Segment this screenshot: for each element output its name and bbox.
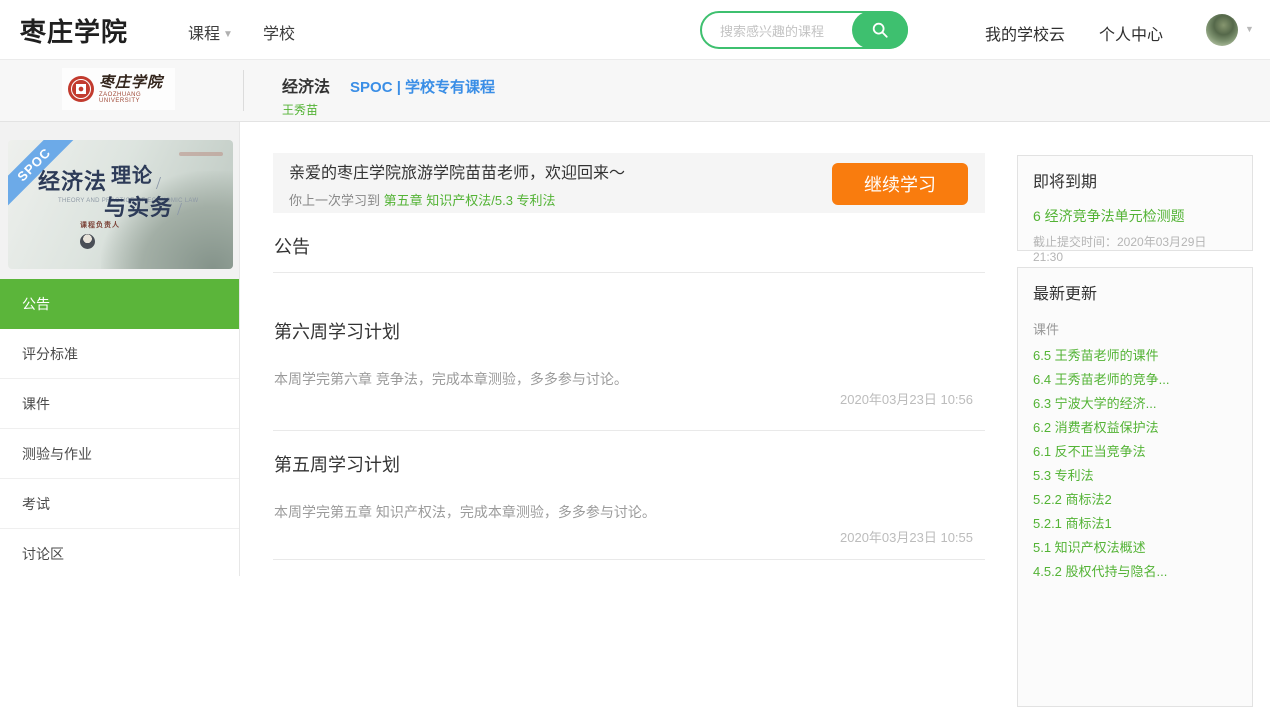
leader-avatar	[80, 234, 95, 249]
course-sub-bar: 枣庄学院 ZAOZHUANG UNIVERSITY 经济法 SPOC | 学校专…	[0, 60, 1270, 122]
school-name-en: ZAOZHUANG UNIVERSITY	[99, 92, 175, 104]
update-link[interactable]: 5.2.2 商标法2	[1033, 493, 1237, 506]
last-learned-prefix: 你上一次学习到	[289, 193, 384, 208]
top-nav: 枣庄学院 课程▼ 学校 我的学校云 个人中心 ▼	[0, 0, 1270, 60]
update-link[interactable]: 6.5 王秀苗老师的课件	[1033, 349, 1237, 362]
nav-item-courses[interactable]: 课程▼	[188, 20, 233, 44]
update-link[interactable]: 5.2.1 商标法1	[1033, 517, 1237, 530]
course-info: 经济法 SPOC | 学校专有课程 王秀苗	[282, 73, 495, 118]
leader-fineprint	[95, 234, 101, 249]
update-link[interactable]: 6.3 宁波大学的经济...	[1033, 397, 1237, 410]
due-soon-panel: 即将到期 6 经济竞争法单元检测题 截止提交时间：2020年03月29日 21:…	[1017, 155, 1253, 251]
school-logo: 枣庄学院 ZAOZHUANG UNIVERSITY	[62, 68, 175, 110]
avatar-chevron-down-icon[interactable]: ▼	[1245, 24, 1254, 34]
personal-center-link[interactable]: 个人中心	[1099, 21, 1163, 45]
due-soon-title: 即将到期	[1033, 168, 1237, 192]
announcement-date: 2020年03月23日 10:55	[840, 527, 973, 546]
announcement-title: 第五周学习计划	[274, 451, 400, 477]
sidebar-item-announcements[interactable]: 公告	[0, 279, 240, 329]
update-link[interactable]: 6.1 反不正当竞争法	[1033, 445, 1237, 458]
user-avatar[interactable]	[1206, 14, 1238, 46]
announcement-date: 2020年03月23日 10:56	[840, 389, 973, 408]
cover-slash-decoration2: /	[177, 199, 183, 219]
school-seal-icon	[68, 76, 94, 102]
brand-logo[interactable]: 枣庄学院	[20, 12, 128, 49]
search-box	[700, 11, 908, 49]
due-soon-deadline: 截止提交时间：2020年03月29日 21:30	[1033, 233, 1237, 264]
sidebar-item-grading-standard[interactable]: 评分标准	[0, 329, 240, 379]
course-title: 经济法	[282, 73, 330, 97]
sidebar-item-exams[interactable]: 考试	[0, 479, 240, 529]
cover-leader-block: 课程负责人	[80, 220, 120, 249]
updates-category-label: 课件	[1033, 319, 1237, 338]
course-teacher: 王秀苗	[282, 101, 495, 118]
course-type-badge: SPOC | 学校专有课程	[350, 76, 495, 97]
cover-title-part3: 与实务	[104, 195, 173, 220]
divider	[273, 559, 985, 560]
search-button[interactable]	[852, 11, 908, 49]
course-sidebar: SPOC 经济法理论/ THEORY AND PRACTICE OF ECONO…	[0, 121, 240, 576]
update-link[interactable]: 6.4 王秀苗老师的竞争...	[1033, 373, 1237, 386]
update-link[interactable]: 5.1 知识产权法概述	[1033, 541, 1237, 554]
welcome-banner: 亲爱的枣庄学院旅游学院苗苗老师，欢迎回来～ 你上一次学习到 第五章 知识产权法/…	[273, 153, 985, 213]
school-name-zh: 枣庄学院	[99, 75, 175, 91]
due-soon-item-link[interactable]: 6 经济竞争法单元检测题	[1033, 206, 1237, 226]
cover-fineprint	[179, 152, 223, 156]
announcement-body: 本周学完第六章 竞争法，完成本章测验，多多参与讨论。	[274, 369, 628, 389]
chevron-down-icon: ▼	[223, 29, 233, 40]
divider	[243, 70, 244, 111]
right-sidebar: 即将到期 6 经济竞争法单元检测题 截止提交时间：2020年03月29日 21:…	[1017, 121, 1253, 576]
cover-leader-label: 课程负责人	[80, 220, 120, 230]
last-learned-link[interactable]: 第五章 知识产权法/5.3 专利法	[384, 193, 556, 208]
course-cover[interactable]: SPOC 经济法理论/ THEORY AND PRACTICE OF ECONO…	[8, 140, 233, 269]
announcement-body: 本周学完第五章 知识产权法，完成本章测验，多多参与讨论。	[274, 502, 656, 522]
cover-title-part2: 理论	[111, 165, 153, 187]
main-content: 亲爱的枣庄学院旅游学院苗苗老师，欢迎回来～ 你上一次学习到 第五章 知识产权法/…	[273, 121, 985, 576]
update-link[interactable]: 6.2 消费者权益保护法	[1033, 421, 1237, 434]
update-link[interactable]: 5.3 专利法	[1033, 469, 1237, 482]
cover-title-part1: 经济法	[38, 169, 107, 194]
my-school-cloud-link[interactable]: 我的学校云	[985, 21, 1065, 45]
latest-updates-panel: 最新更新 课件 6.5 王秀苗老师的课件 6.4 王秀苗老师的竞争... 6.3…	[1017, 267, 1253, 707]
latest-updates-title: 最新更新	[1033, 280, 1237, 304]
search-icon	[871, 21, 889, 39]
continue-learning-button[interactable]: 继续学习	[832, 163, 968, 205]
sidebar-item-discussion[interactable]: 讨论区	[0, 529, 240, 576]
announcement-title: 第六周学习计划	[274, 318, 400, 344]
sidebar-item-quizzes-assignments[interactable]: 测验与作业	[0, 429, 240, 479]
search-input[interactable]	[718, 17, 852, 45]
sidebar-menu: 公告 评分标准 课件 测验与作业 考试 讨论区	[0, 279, 240, 576]
cover-title-line2: 与实务/	[104, 190, 183, 222]
sidebar-item-courseware[interactable]: 课件	[0, 379, 240, 429]
nav-item-school[interactable]: 学校	[263, 20, 295, 44]
divider	[273, 430, 985, 431]
divider	[273, 272, 985, 273]
update-link[interactable]: 4.5.2 股权代持与隐名...	[1033, 565, 1237, 578]
nav-item-courses-label: 课程	[188, 26, 220, 43]
school-logo-text: 枣庄学院 ZAOZHUANG UNIVERSITY	[99, 75, 175, 104]
announcements-section-title: 公告	[274, 233, 310, 259]
